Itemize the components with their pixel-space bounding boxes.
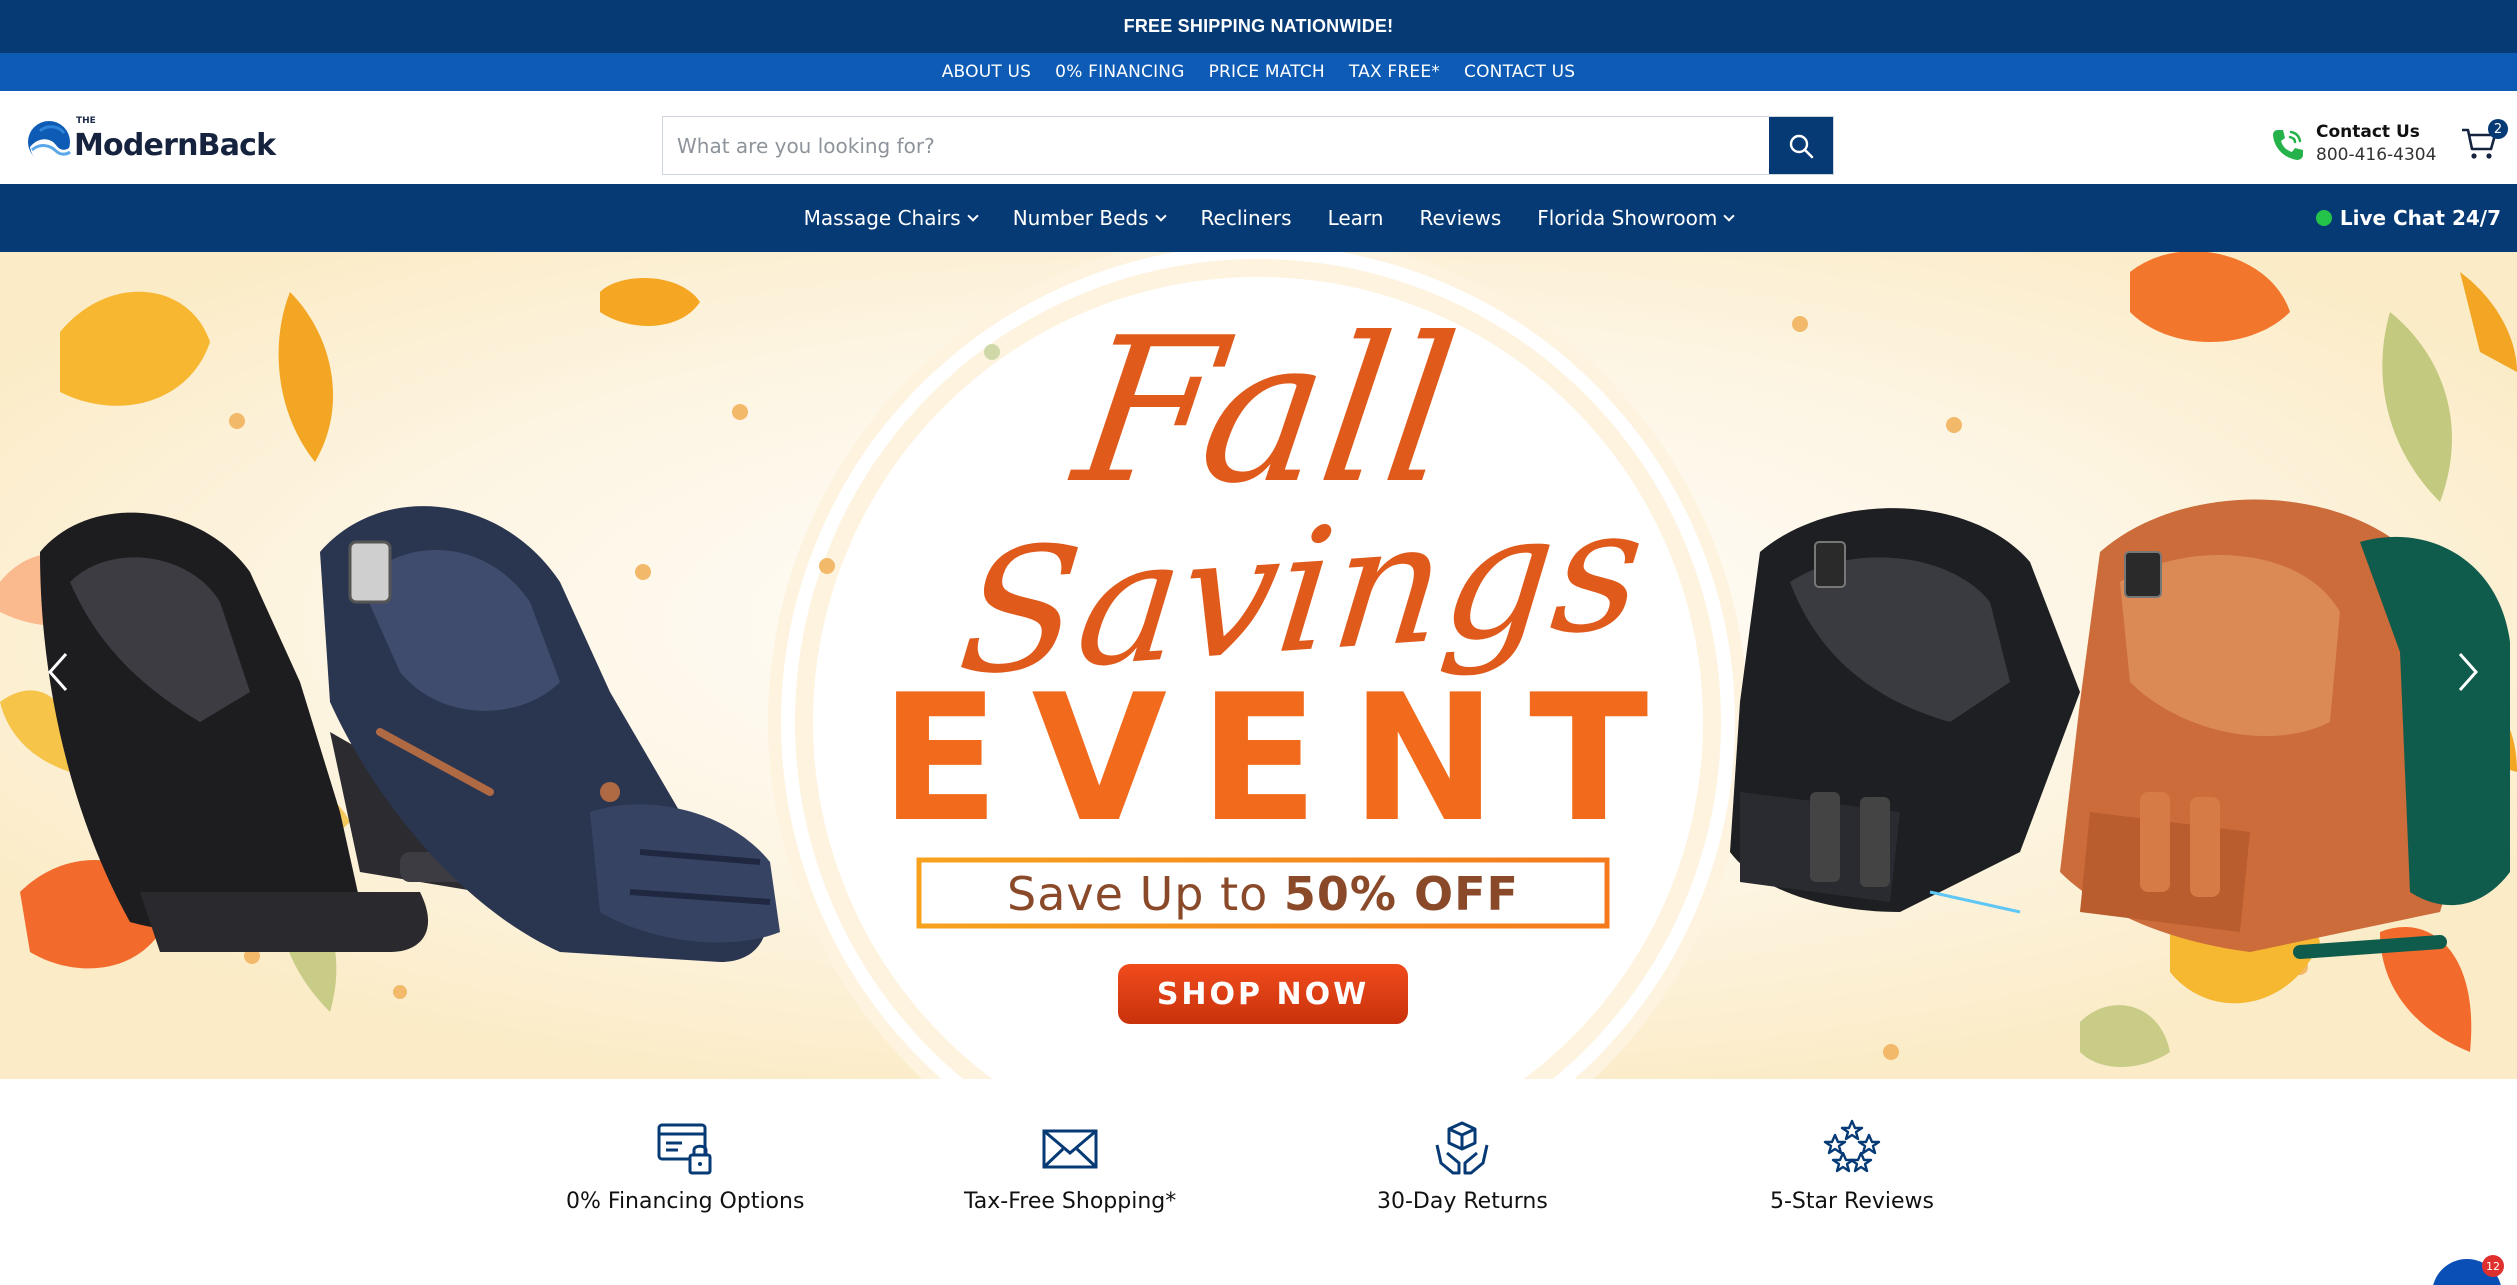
feature-tax-free: Tax-Free Shopping*	[964, 1119, 1176, 1214]
link-contact-us[interactable]: CONTACT US	[1464, 62, 1575, 82]
search-icon	[1789, 134, 1814, 158]
carousel-prev-button[interactable]	[40, 642, 76, 702]
utility-links: ABOUT US 0% FINANCING PRICE MATCH TAX FR…	[0, 53, 2517, 91]
main-nav: Massage Chairs Number Beds Recliners Lea…	[0, 184, 2517, 252]
stars-icon	[1823, 1119, 1881, 1173]
search-bar	[662, 116, 1834, 175]
link-about-us[interactable]: ABOUT US	[942, 62, 1031, 82]
features-row: 0% Financing Options Tax-Free Shopping* …	[0, 1079, 2517, 1285]
feature-label: 5-Star Reviews	[1770, 1189, 1935, 1214]
nav-item-florida-showroom[interactable]: Florida Showroom	[1537, 206, 1736, 230]
logo-wave-icon	[26, 119, 72, 165]
chevron-down-icon	[1154, 209, 1167, 222]
logo[interactable]: THE ModernBack	[26, 116, 276, 165]
chevron-down-icon	[1723, 209, 1736, 222]
shop-now-button[interactable]: SHOP NOW	[1118, 964, 1408, 1024]
massage-chair-right-copper	[2060, 499, 2510, 959]
announcement-text: FREE SHIPPING NATIONWIDE!	[1123, 16, 1394, 36]
chevron-left-icon	[47, 653, 68, 691]
chat-notification-badge: 12	[2482, 1255, 2504, 1277]
link-price-match[interactable]: PRICE MATCH	[1209, 62, 1325, 82]
nav-label: Florida Showroom	[1537, 206, 1718, 230]
contact-phone[interactable]: 800-416-4304	[2316, 145, 2436, 165]
logo-the: THE	[76, 115, 96, 126]
search-input[interactable]	[663, 117, 1769, 174]
nav-label: Reviews	[1419, 206, 1502, 230]
carousel-next-button[interactable]	[2450, 642, 2486, 702]
logo-name: ModernBack	[74, 127, 276, 163]
hero-banner[interactable]: Fall Savings EVENT Save Up to 50% OFF SH…	[0, 252, 2517, 1079]
contact-title: Contact Us	[2316, 122, 2420, 142]
hands-box-icon	[1435, 1121, 1489, 1175]
online-status-dot	[2315, 210, 2332, 226]
feature-financing: 0% Financing Options	[566, 1119, 804, 1214]
feature-label: 30-Day Returns	[1377, 1189, 1548, 1214]
card-lock-icon	[657, 1123, 712, 1175]
nav-label: Number Beds	[1012, 206, 1149, 230]
site-header: THE ModernBack Contact Us 800-416-4304	[0, 91, 2517, 184]
link-tax-free[interactable]: TAX FREE*	[1349, 62, 1440, 82]
cart-count-badge: 2	[2488, 119, 2508, 139]
hero-script-fall: Fall	[1063, 295, 1469, 528]
link-financing[interactable]: 0% FINANCING	[1055, 62, 1184, 82]
contact-block[interactable]: Contact Us 800-416-4304	[2270, 122, 2436, 165]
nav-label: Recliners	[1200, 206, 1292, 230]
chat-widget-button[interactable]: 12	[2432, 1255, 2504, 1285]
feature-reviews: 5-Star Reviews	[1770, 1119, 1934, 1214]
nav-item-massage-chairs[interactable]: Massage Chairs	[803, 206, 979, 230]
feature-label: 0% Financing Options	[566, 1189, 805, 1214]
search-button[interactable]	[1769, 117, 1833, 174]
nav-label: Learn	[1327, 206, 1384, 230]
cart-button[interactable]: 2	[2460, 119, 2508, 163]
nav-items: Massage Chairs Number Beds Recliners Lea…	[803, 206, 1736, 230]
nav-item-number-beds[interactable]: Number Beds	[1012, 206, 1167, 230]
hero-save-bold: 50% OFF	[1283, 867, 1519, 921]
feature-returns: 30-Day Returns	[1377, 1119, 1548, 1214]
nav-item-recliners[interactable]: Recliners	[1201, 206, 1292, 230]
hero-headline: EVENT	[880, 658, 1681, 861]
envelope-icon	[1042, 1129, 1098, 1169]
nav-item-reviews[interactable]: Reviews	[1419, 206, 1501, 230]
contact-text: Contact Us 800-416-4304	[2316, 122, 2436, 165]
nav-label: Massage Chairs	[803, 206, 961, 230]
chevron-down-icon	[967, 209, 979, 222]
live-chat-label: Live Chat 24/7	[2339, 206, 2501, 230]
hero-save-prefix: Save Up to	[1007, 867, 1284, 921]
phone-icon	[2273, 129, 2303, 160]
feature-label: Tax-Free Shopping*	[964, 1189, 1177, 1214]
live-chat-button[interactable]: Live Chat 24/7	[2315, 206, 2501, 230]
nav-item-learn[interactable]: Learn	[1328, 206, 1384, 230]
logo-text: THE ModernBack	[74, 116, 276, 163]
hero-save-offer: Save Up to 50% OFF	[919, 864, 1607, 924]
chevron-right-icon	[2458, 653, 2479, 691]
announcement-bar: FREE SHIPPING NATIONWIDE!	[0, 0, 2517, 53]
